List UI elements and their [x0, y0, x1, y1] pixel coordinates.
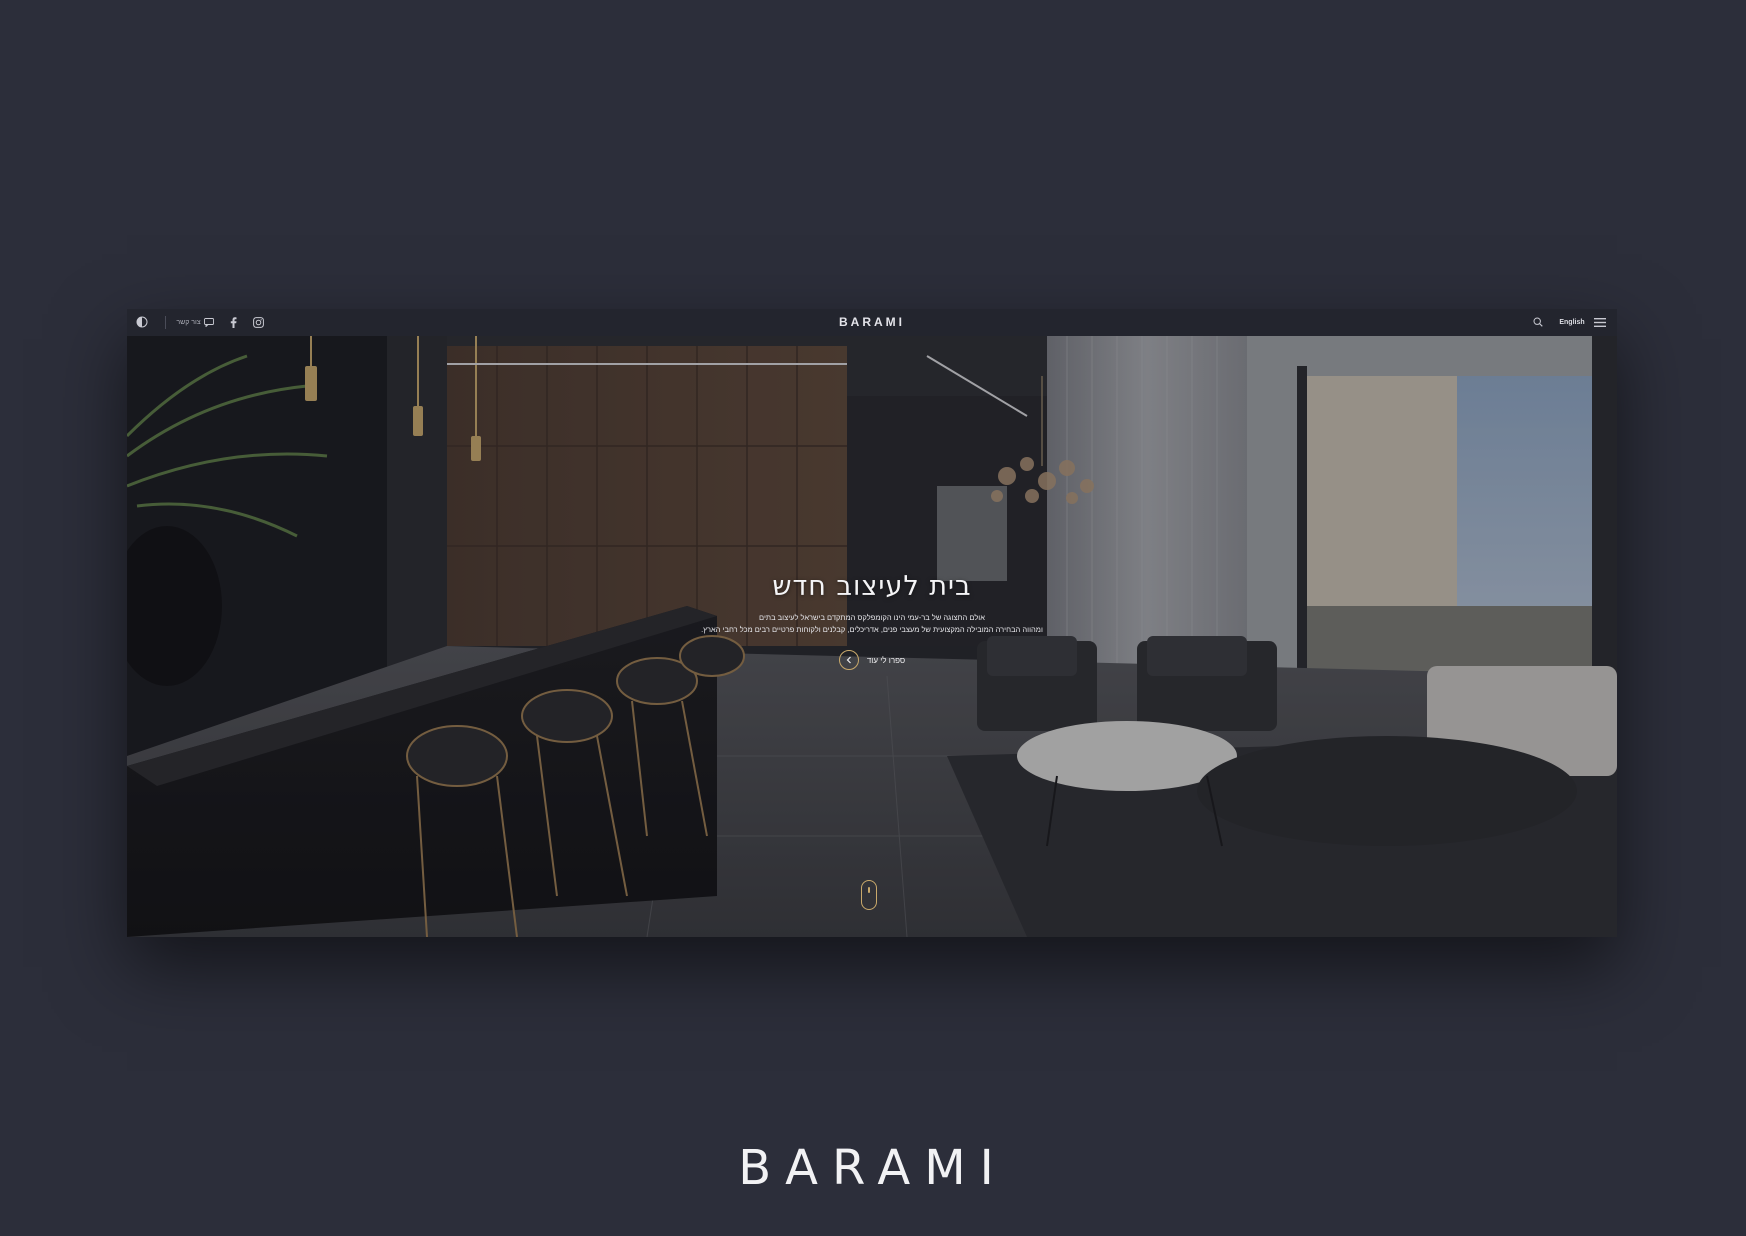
top-nav-bar: צור קשר BARAMI English — [127, 309, 1617, 337]
search-icon[interactable] — [1532, 314, 1544, 330]
hero-description-line-1: אולם התצוגה של בר-עמי הינו הקומפלקס המתק… — [759, 613, 985, 622]
hero-description-line-2: ומהווה הבחירה המובילה המקצועית של מעצבי … — [701, 625, 1043, 634]
read-more-label: ספרו לי עוד — [866, 655, 906, 665]
site-logo[interactable]: BARAMI — [127, 315, 1617, 329]
presentation-canvas: צור קשר BARAMI English בית לעיצוב חדש או… — [0, 0, 1746, 1236]
website-mockup: צור קשר BARAMI English בית לעיצוב חדש או… — [127, 309, 1617, 937]
hamburger-menu-icon[interactable] — [1593, 314, 1607, 330]
brand-logo-footer: BARAMI — [738, 1140, 1008, 1196]
read-more-button[interactable]: ספרו לי עוד — [838, 650, 906, 670]
chevron-left-icon — [838, 650, 859, 670]
scroll-wheel — [868, 887, 870, 893]
language-switch[interactable]: English — [1557, 314, 1587, 330]
hero-content: בית לעיצוב חדש אולם התצוגה של בר-עמי הינ… — [672, 571, 1072, 670]
hero-section: בית לעיצוב חדש אולם התצוגה של בר-עמי הינ… — [127, 336, 1617, 937]
scroll-mouse-icon[interactable] — [861, 880, 877, 910]
hero-description: אולם התצוגה של בר-עמי הינו הקומפלקס המתק… — [672, 612, 1072, 636]
hero-title: בית לעיצוב חדש — [772, 571, 972, 602]
